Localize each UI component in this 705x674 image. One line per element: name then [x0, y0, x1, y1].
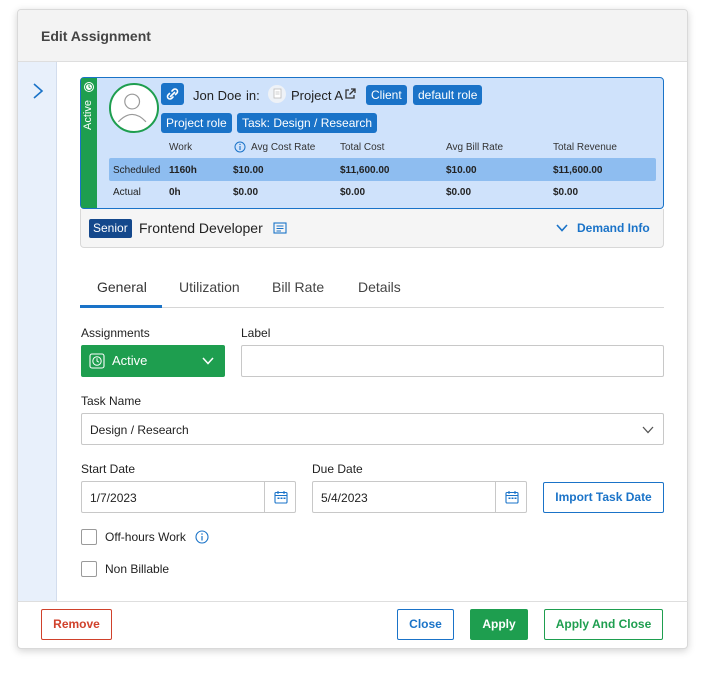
document-icon[interactable] — [273, 222, 287, 235]
due-date-label: Due Date — [312, 462, 363, 476]
due-date-input[interactable]: 5/4/2023 — [312, 481, 527, 513]
divider — [495, 482, 496, 512]
chevron-right-icon[interactable] — [32, 82, 44, 100]
tab-bill-rate[interactable]: Bill Rate — [272, 279, 324, 295]
tab-general[interactable]: General — [97, 279, 147, 295]
apply-button[interactable]: Apply — [470, 609, 528, 640]
cell-total-cost: $11,600.00 — [340, 165, 390, 176]
cell-avg-cost-rate: $10.00 — [233, 165, 264, 176]
demand-info-toggle[interactable]: Demand Info — [577, 221, 650, 235]
info-icon[interactable] — [234, 141, 246, 153]
assignment-card: Active Jon Doe in: Project A Client defa… — [80, 77, 664, 209]
label-label: Label — [241, 326, 271, 340]
user-avatar-icon — [117, 93, 147, 123]
start-date-label: Start Date — [81, 462, 136, 476]
off-hours-label: Off-hours Work — [105, 530, 186, 544]
assignments-label: Assignments — [81, 326, 150, 340]
assignment-status-value: Active — [112, 353, 148, 368]
header-total-cost: Total Cost — [340, 142, 385, 153]
role-bar: Senior Frontend Developer Demand Info — [80, 209, 664, 248]
modal-header: Edit Assignment — [18, 10, 687, 62]
cell-avg-cost-rate: $0.00 — [233, 187, 259, 198]
info-icon[interactable] — [195, 530, 209, 544]
cell-avg-bill-rate: $0.00 — [446, 187, 472, 198]
apply-and-close-button[interactable]: Apply And Close — [544, 609, 663, 640]
due-date-value: 5/4/2023 — [321, 491, 368, 505]
avatar — [109, 83, 159, 133]
task-tag: Task: Design / Research — [237, 113, 378, 133]
header-avg-cost-rate: Avg Cost Rate — [251, 142, 316, 153]
project-icon — [268, 85, 286, 103]
link-icon — [166, 88, 179, 100]
seniority-badge: Senior — [89, 219, 132, 238]
header-total-revenue: Total Revenue — [553, 142, 617, 153]
start-date-input[interactable]: 1/7/2023 — [81, 481, 296, 513]
label-input[interactable] — [241, 345, 664, 377]
modal-title: Edit Assignment — [41, 28, 151, 44]
project-name[interactable]: Project A — [291, 88, 343, 103]
task-name-value: Design / Research — [90, 423, 189, 437]
active-tab-indicator — [80, 305, 162, 308]
cell-work: 1160h — [169, 165, 197, 176]
in-label: in: — [246, 88, 260, 103]
non-billable-label: Non Billable — [105, 562, 170, 576]
clock-icon — [84, 82, 94, 92]
cell-avg-bill-rate: $10.00 — [446, 165, 477, 176]
assignment-status-select[interactable]: Active — [81, 345, 225, 377]
cell-total-cost: $0.00 — [340, 187, 366, 198]
person-name[interactable]: Jon Doe — [193, 88, 241, 103]
tab-bar: General Utilization Bill Rate Details — [80, 270, 664, 308]
client-tag: Client — [366, 85, 407, 105]
row-label: Actual — [113, 187, 141, 198]
external-link-icon[interactable] — [343, 87, 357, 101]
chevron-down-icon — [642, 426, 654, 434]
active-status-strip: Active — [81, 78, 97, 208]
status-label: Active — [82, 100, 94, 130]
chevron-down-icon[interactable] — [556, 223, 568, 233]
project-role-tag: Project role — [161, 113, 232, 133]
header-work: Work — [169, 142, 193, 153]
off-hours-checkbox[interactable] — [81, 529, 97, 545]
link-button[interactable] — [161, 83, 184, 105]
cell-total-revenue: $0.00 — [553, 187, 579, 198]
role-title: Frontend Developer — [139, 220, 263, 236]
calendar-icon[interactable] — [274, 490, 288, 504]
import-task-date-button[interactable]: Import Task Date — [543, 482, 664, 513]
header-avg-bill-rate: Avg Bill Rate — [446, 142, 504, 153]
clock-icon — [89, 353, 105, 369]
tab-details[interactable]: Details — [358, 279, 401, 295]
calendar-icon[interactable] — [505, 490, 519, 504]
divider — [264, 482, 265, 512]
remove-button[interactable]: Remove — [41, 609, 112, 640]
cell-total-revenue: $11,600.00 — [553, 165, 603, 176]
chevron-down-icon — [202, 357, 214, 365]
task-name-select[interactable]: Design / Research — [81, 413, 664, 445]
close-button[interactable]: Close — [397, 609, 454, 640]
cell-work: 0h — [169, 187, 181, 198]
default-role-tag: default role — [413, 85, 483, 105]
modal-footer — [17, 601, 688, 602]
start-date-value: 1/7/2023 — [90, 491, 137, 505]
task-name-label: Task Name — [81, 394, 142, 408]
row-label: Scheduled — [113, 165, 161, 176]
side-rail — [18, 62, 57, 602]
tab-utilization[interactable]: Utilization — [179, 279, 240, 295]
non-billable-checkbox[interactable] — [81, 561, 97, 577]
